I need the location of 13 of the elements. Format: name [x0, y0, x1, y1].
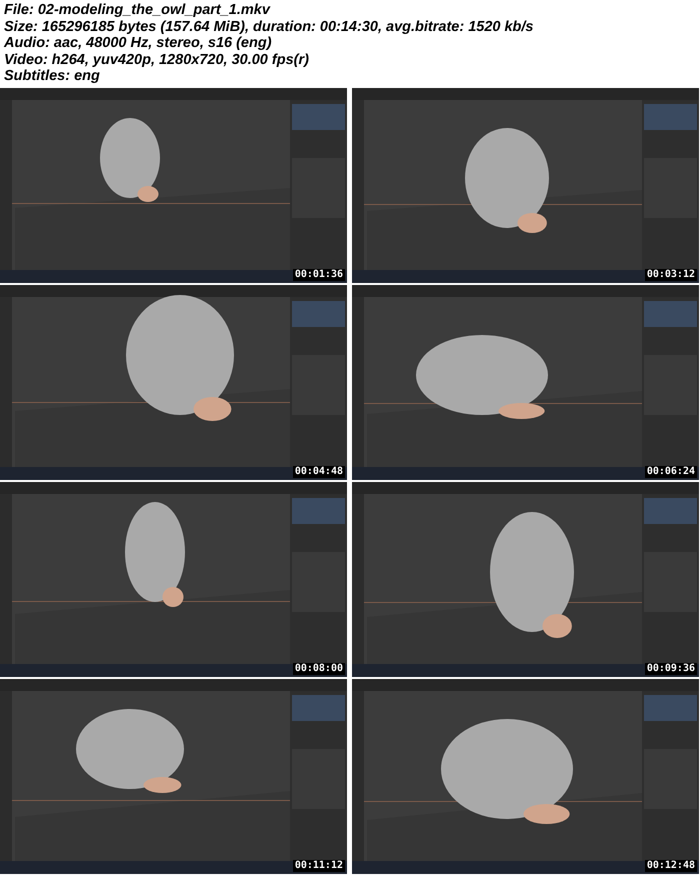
timestamp: 00:03:12 — [644, 269, 697, 281]
timestamp: 00:11:12 — [292, 860, 345, 872]
file-info-line: File: 02-modeling_the_owl_part_1.mkv — [4, 2, 272, 18]
timestamp: 00:12:48 — [644, 860, 697, 872]
timestamp: 00:04:48 — [292, 466, 345, 478]
file-info-line: Audio: aac, 48000 Hz, stereo, s16 (eng) — [4, 35, 273, 52]
timestamp: 00:06:24 — [644, 466, 697, 478]
file-info-line: Subtitles: eng — [4, 68, 101, 84]
timestamp: 00:08:00 — [292, 663, 345, 675]
timestamp: 00:01:36 — [292, 269, 345, 281]
file-info-line: Size: 165296185 bytes (157.64 MiB), duration: 00:14:30, avg.bitrate: 1520 kb/s — [4, 18, 534, 35]
file-info-line: Video: h264, yuv420p, 1280x720, 30.00 fps(r) — [4, 52, 310, 68]
timestamp: 00:09:36 — [644, 663, 697, 675]
